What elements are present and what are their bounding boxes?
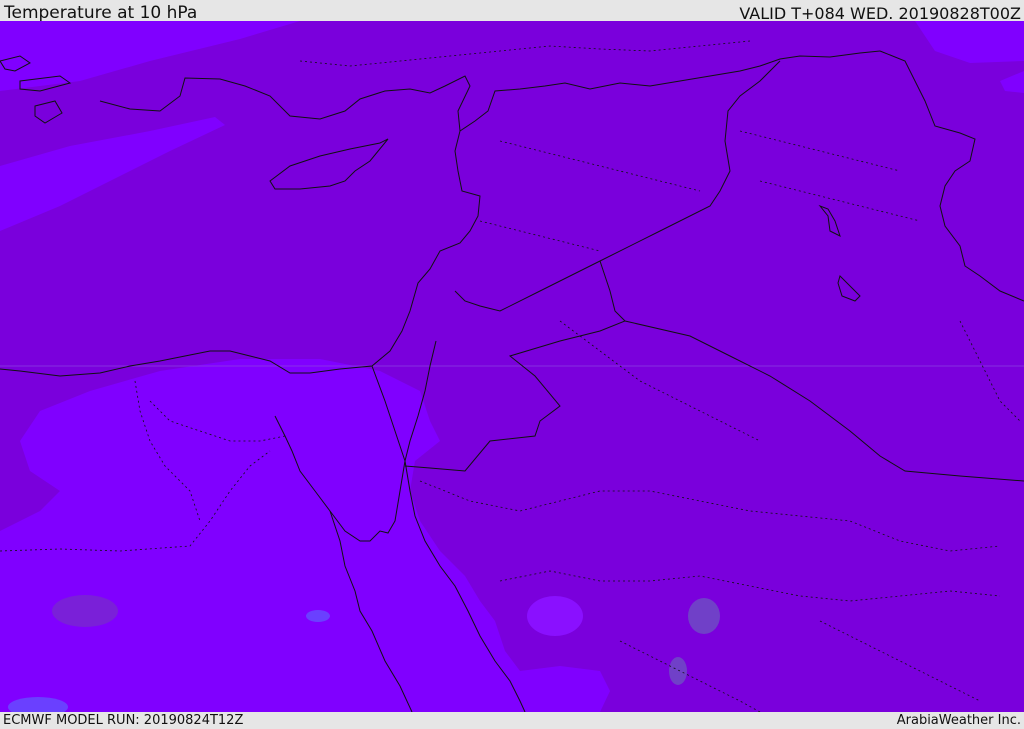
temperature-patch-blue-west bbox=[306, 610, 330, 622]
model-run-label: ECMWF MODEL RUN: 20190824T12Z bbox=[3, 713, 244, 728]
map-svg bbox=[0, 21, 1024, 712]
temperature-patch-grey-west bbox=[52, 595, 118, 627]
header-bar: Temperature at 10 hPa VALID T+084 WED. 2… bbox=[0, 0, 1024, 23]
footer-bar: ECMWF MODEL RUN: 20190824T12Z ArabiaWeat… bbox=[0, 712, 1024, 729]
map-canvas[interactable] bbox=[0, 21, 1024, 712]
credit-label: ArabiaWeather Inc. bbox=[896, 713, 1021, 728]
temperature-patch-grey-arabia bbox=[688, 598, 720, 634]
temperature-patch-light-central bbox=[527, 596, 583, 636]
temperature-patch-grey-arabia-small bbox=[669, 657, 687, 685]
